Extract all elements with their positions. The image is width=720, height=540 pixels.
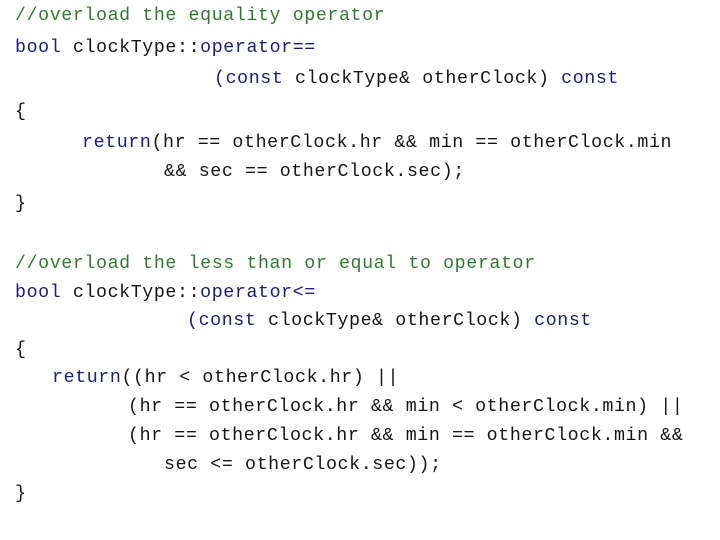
code-line: bool clockType::operator== bbox=[15, 37, 316, 59]
code-line: (const clockType& otherClock) const bbox=[214, 68, 619, 90]
code-text: clockType& otherClock) bbox=[283, 69, 562, 89]
code-keyword: const bbox=[534, 311, 592, 331]
code-keyword: operator<= bbox=[200, 283, 316, 303]
code-text: } bbox=[15, 194, 27, 214]
code-line: //overload the less than or equal to ope… bbox=[15, 253, 536, 275]
code-line: && sec == otherClock.sec); bbox=[164, 161, 465, 183]
code-line: (hr == otherClock.hr && min == otherCloc… bbox=[128, 425, 683, 447]
code-line: (hr == otherClock.hr && min < otherClock… bbox=[128, 396, 683, 418]
code-text: { bbox=[15, 102, 27, 122]
code-keyword: return bbox=[82, 133, 152, 153]
code-keyword: const bbox=[561, 69, 619, 89]
code-keyword: bool bbox=[15, 283, 62, 303]
code-text: (hr == otherClock.hr && min == otherCloc… bbox=[128, 426, 684, 446]
code-line: sec <= otherClock.sec)); bbox=[164, 454, 442, 476]
code-text: { bbox=[15, 340, 27, 360]
code-keyword: (const bbox=[214, 69, 284, 89]
code-line: //overload the equality operator bbox=[15, 5, 385, 27]
code-comment: //overload the less than or equal to ope… bbox=[15, 254, 536, 274]
code-line: return((hr < otherClock.hr) || bbox=[52, 367, 399, 389]
code-line: } bbox=[15, 193, 27, 215]
code-keyword: return bbox=[52, 368, 122, 388]
code-text: ((hr < otherClock.hr) || bbox=[121, 368, 400, 388]
code-text: } bbox=[15, 484, 27, 504]
code-text: && sec == otherClock.sec); bbox=[164, 162, 465, 182]
code-text: clockType:: bbox=[61, 38, 201, 58]
code-line: return(hr == otherClock.hr && min == oth… bbox=[82, 132, 672, 154]
code-keyword: bool bbox=[15, 38, 62, 58]
code-text: (hr == otherClock.hr && min < otherClock… bbox=[128, 397, 684, 417]
code-line: } bbox=[15, 483, 27, 505]
code-line: { bbox=[15, 101, 27, 123]
code-keyword: (const bbox=[187, 311, 257, 331]
code-text: sec <= otherClock.sec)); bbox=[164, 455, 442, 475]
code-keyword: operator== bbox=[200, 38, 316, 58]
code-line: (const clockType& otherClock) const bbox=[187, 310, 592, 332]
code-line: { bbox=[15, 339, 27, 361]
code-text: clockType& otherClock) bbox=[256, 311, 535, 331]
code-text: (hr == otherClock.hr && min == otherCloc… bbox=[151, 133, 673, 153]
code-line: bool clockType::operator<= bbox=[15, 282, 316, 304]
code-comment: //overload the equality operator bbox=[15, 6, 386, 26]
code-text: clockType:: bbox=[61, 283, 201, 303]
code-listing: //overload the equality operator bool cl… bbox=[0, 0, 720, 540]
